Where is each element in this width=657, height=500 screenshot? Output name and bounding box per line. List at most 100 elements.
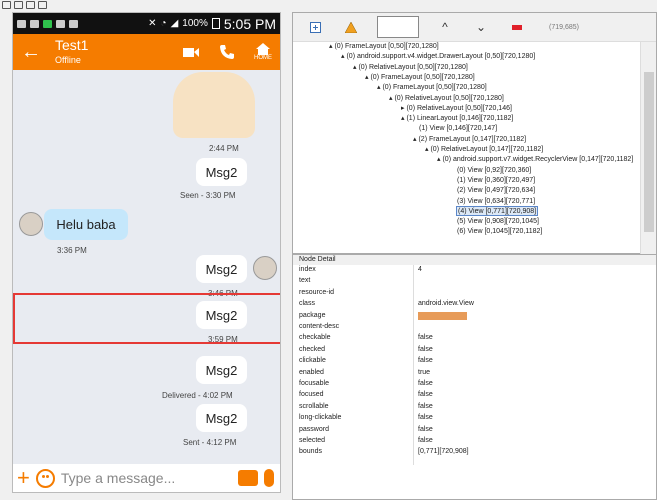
signal-icon: ◢: [170, 18, 179, 29]
expand-all-icon[interactable]: [305, 17, 325, 37]
search-input[interactable]: [377, 16, 419, 38]
clock: 5:05 PM: [223, 15, 276, 32]
device-screenshot-icon[interactable]: [14, 1, 23, 9]
tree-node[interactable]: (1) View [0,360][720,497]: [457, 176, 535, 186]
tree-node[interactable]: (2) View [0,497][720,634]: [457, 186, 535, 196]
save-icon[interactable]: [38, 1, 47, 9]
warning-icon[interactable]: [341, 17, 361, 37]
property-row[interactable]: index 4: [293, 265, 656, 276]
message-time: Delivered - 4:02 PM: [162, 391, 233, 400]
home-label: HOME: [254, 55, 272, 61]
property-row[interactable]: package: [293, 311, 656, 322]
whatsapp-icon: [43, 19, 52, 28]
wifi-icon: ◔: [160, 18, 167, 29]
notification-icon: [17, 19, 26, 28]
property-row[interactable]: focused false: [293, 390, 656, 401]
outgoing-message[interactable]: Msg2: [196, 158, 247, 186]
battery-icon: [211, 18, 220, 29]
node-detail-title: Node Detail: [293, 255, 656, 265]
message-list[interactable]: 2:44 PM Msg2 Seen - 3:30 PM Helu baba 3:…: [13, 70, 280, 468]
notification-icon: [56, 19, 65, 28]
property-row[interactable]: scrollable false: [293, 402, 656, 413]
tree-node[interactable]: ▴ (0) RelativeLayout [0,50][720,1280]: [353, 63, 468, 73]
avatar[interactable]: [19, 212, 43, 236]
tree-node[interactable]: (3) View [0,634][720,771]: [457, 197, 535, 207]
device-compressed-icon[interactable]: [26, 1, 35, 9]
phone-call-icon[interactable]: [218, 43, 236, 61]
package-value-highlight: [418, 311, 467, 320]
bear-sticker[interactable]: [173, 72, 255, 138]
tree-node[interactable]: ▴ (0) FrameLayout [0,50][720,1280]: [377, 83, 487, 93]
property-row[interactable]: bounds [0,771][720,908]: [293, 447, 656, 458]
outgoing-message[interactable]: Msg2: [196, 255, 247, 283]
open-folder-icon[interactable]: [2, 1, 11, 9]
microphone-icon[interactable]: [264, 469, 274, 487]
ui-automator-viewer: ✕ ◔ ◢ 100% 5:05 PM ← Test1 Offline HOME: [0, 0, 657, 500]
property-row[interactable]: clickable false: [293, 356, 656, 367]
next-result-icon[interactable]: ⌄: [471, 17, 491, 37]
message-time: 2:44 PM: [209, 144, 239, 153]
chat-app-bar: ← Test1 Offline HOME: [13, 34, 280, 70]
property-row[interactable]: class android.view.View: [293, 299, 656, 310]
chat-title-block[interactable]: Test1 Offline: [55, 37, 89, 65]
notification-icon: [30, 19, 39, 28]
mute-icon: ✕: [148, 18, 157, 29]
status-bar: ✕ ◔ ◢ 100% 5:05 PM: [13, 13, 280, 34]
tree-node[interactable]: (6) View [0,1045][720,1182]: [457, 227, 542, 237]
hierarchy-panel: ^ ⌄ (719,685) ▴ (0) FrameLayout [0,50][7…: [292, 12, 657, 254]
video-call-icon[interactable]: [182, 43, 200, 61]
contact-status: Offline: [55, 54, 81, 65]
avatar[interactable]: [253, 256, 277, 280]
tree-node[interactable]: ▸ (0) RelativeLayout [0,50][720,146]: [401, 104, 512, 114]
property-row[interactable]: resource-id: [293, 288, 656, 299]
property-row[interactable]: checkable false: [293, 333, 656, 344]
property-row[interactable]: content-desc: [293, 322, 656, 333]
tree-node[interactable]: (1) View [0,146][720,147]: [419, 124, 497, 134]
outgoing-message[interactable]: Msg2: [196, 404, 247, 432]
tree-node[interactable]: (0) View [0,92][720,360]: [457, 166, 531, 176]
top-tool-strip: [0, 0, 657, 10]
tree-node[interactable]: ▴ (0) FrameLayout [0,50][720,1280]: [365, 73, 475, 83]
property-row[interactable]: text: [293, 276, 656, 287]
emoji-icon[interactable]: [35, 468, 55, 488]
tree-node[interactable]: ▴ (2) FrameLayout [0,147][720,1182]: [413, 135, 526, 145]
message-time: Seen - 3:30 PM: [180, 191, 236, 200]
device-screenshot[interactable]: ✕ ◔ ◢ 100% 5:05 PM ← Test1 Offline HOME: [12, 12, 281, 493]
hierarchy-tree[interactable]: ▴ (0) FrameLayout [0,50][720,1280] ▴ (0)…: [293, 42, 641, 254]
tree-node[interactable]: ▴ (0) android.support.v7.widget.Recycler…: [437, 155, 633, 165]
incoming-message[interactable]: Helu baba: [44, 209, 128, 240]
notification-icon: [69, 19, 78, 28]
camera-icon[interactable]: [238, 470, 258, 486]
contact-name: Test1: [55, 37, 89, 54]
selected-node-highlight: [13, 293, 280, 344]
pointer-coordinates: (719,685): [549, 23, 579, 31]
home-button[interactable]: HOME: [254, 43, 272, 61]
hierarchy-scrollbar[interactable]: [640, 42, 656, 254]
scrollbar-thumb[interactable]: [644, 72, 654, 232]
attach-plus-icon[interactable]: +: [17, 467, 30, 489]
property-row[interactable]: password false: [293, 425, 656, 436]
previous-result-icon[interactable]: ^: [435, 17, 455, 37]
message-time: Sent - 4:12 PM: [183, 438, 237, 447]
property-row[interactable]: enabled true: [293, 368, 656, 379]
back-arrow-icon[interactable]: ←: [21, 41, 55, 64]
tree-node[interactable]: (5) View [0,908][720,1045]: [457, 217, 539, 227]
tree-node[interactable]: ▴ (0) FrameLayout [0,50][720,1280]: [329, 42, 439, 52]
clear-search-icon[interactable]: [507, 17, 527, 37]
battery-percent: 100%: [182, 18, 208, 29]
message-time: 3:36 PM: [57, 246, 87, 255]
tree-node[interactable]: ▴ (0) RelativeLayout [0,147][720,1182]: [425, 145, 543, 155]
outgoing-message[interactable]: Msg2: [196, 356, 247, 384]
property-row[interactable]: selected false: [293, 436, 656, 447]
hierarchy-toolbar: ^ ⌄ (719,685): [293, 13, 656, 42]
tree-node[interactable]: ▴ (0) android.support.v4.widget.DrawerLa…: [341, 52, 535, 62]
tree-node-selected[interactable]: (4) View [0,771][720,908]: [456, 206, 539, 217]
property-row[interactable]: focusable false: [293, 379, 656, 390]
tree-node[interactable]: ▴ (1) LinearLayout [0,146][720,1182]: [401, 114, 513, 124]
tree-node[interactable]: ▴ (0) RelativeLayout [0,50][720,1280]: [389, 94, 504, 104]
property-row[interactable]: long-clickable false: [293, 413, 656, 424]
property-row[interactable]: checked false: [293, 345, 656, 356]
message-compose-bar: + Type a message...: [13, 464, 280, 492]
node-detail-panel: Node Detail index 4 text resource-id clas…: [292, 254, 657, 500]
message-input[interactable]: Type a message...: [61, 470, 232, 486]
